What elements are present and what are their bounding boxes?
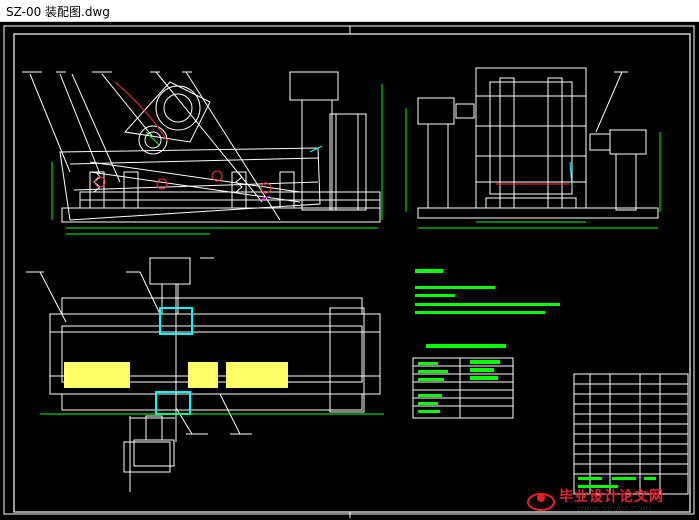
- side-view: [417, 67, 659, 219]
- window-title-bar: SZ-00 装配图.dwg: [0, 0, 699, 22]
- plan-view-details: [40, 284, 384, 492]
- site-watermark: 毕业设计论文网 www.56doc.com: [527, 486, 695, 518]
- cad-drawing: [3, 25, 695, 518]
- drawing-canvas[interactable]: [0, 22, 699, 520]
- watermark-logo-icon: [527, 493, 555, 511]
- screen-panel-left: [64, 362, 130, 388]
- title-block: [573, 373, 689, 495]
- watermark-url: www.56doc.com: [577, 504, 652, 514]
- screen-panel-right: [226, 362, 288, 388]
- screen-panel-middle: [188, 362, 218, 388]
- front-view: [22, 71, 381, 223]
- technical-notes: [415, 269, 560, 314]
- watermark-text: 毕业设计论文网: [559, 489, 664, 505]
- document-title: SZ-00 装配图.dwg: [6, 5, 110, 19]
- parameter-table: [412, 344, 514, 419]
